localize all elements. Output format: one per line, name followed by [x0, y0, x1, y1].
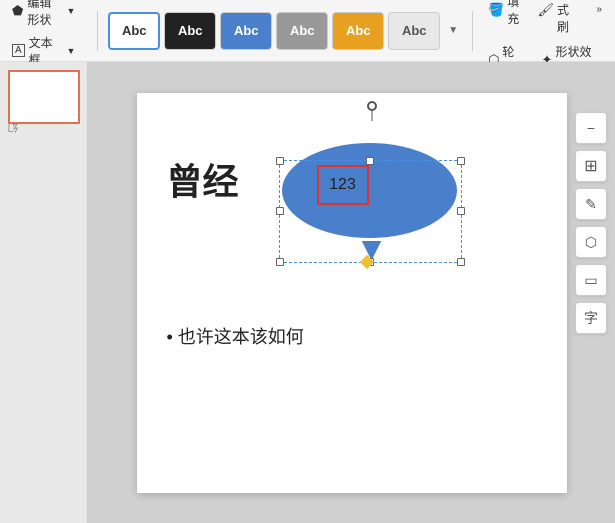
rotate-handle[interactable] [367, 101, 377, 111]
more-icon: » [596, 4, 602, 15]
handle-tl[interactable] [276, 157, 284, 165]
slide-thumbnail[interactable] [8, 70, 80, 124]
copy-icon: ▭ [584, 272, 597, 289]
brush-icon: 🖌 [537, 2, 554, 18]
slide-canvas[interactable]: 曾经 • 也许这本该如何 [137, 93, 567, 493]
format-brush-label: 格式刷 [557, 0, 580, 35]
handle-ml[interactable] [276, 207, 284, 215]
handle-mr[interactable] [457, 207, 465, 215]
toolbar-right-row1: 🪣 填充 🖌 格式刷 » [483, 0, 607, 37]
toolbar-left-group: ⬟ 编辑形状 ▼ A 文本框 ▼ [8, 0, 79, 70]
swatch-orange[interactable]: Abc [332, 12, 384, 50]
swatch-more-button[interactable]: ▼ [444, 12, 462, 50]
dropdown-arrow2-icon: ▼ [66, 46, 75, 56]
more-options-button[interactable]: » [591, 0, 607, 37]
handle-tr[interactable] [457, 157, 465, 165]
diamond-icon: ⬡ [585, 234, 597, 251]
pencil-icon: ✎ [585, 196, 597, 213]
edit-shape-label: 编辑形状 [27, 0, 62, 28]
bubble-shape[interactable]: 123 [282, 143, 462, 253]
format-brush-button[interactable]: 🖌 格式刷 [532, 0, 585, 37]
swatch-black[interactable]: Abc [164, 12, 216, 50]
float-edit-button[interactable]: ✎ [575, 188, 607, 220]
toolbar-divider1 [97, 11, 98, 51]
swatch-gray[interactable]: Abc [276, 12, 328, 50]
layers-icon: ⊞ [584, 156, 597, 176]
float-layers-button[interactable]: ⊞ [575, 150, 607, 182]
fill-label: 填充 [507, 0, 521, 27]
bubble-container[interactable]: 123 [282, 123, 462, 263]
text-icon: 字 [584, 308, 598, 328]
bullet-text: • 也许这本该如何 [167, 323, 304, 349]
float-toolbar: − ⊞ ✎ ⬡ ▭ 字 [575, 112, 607, 340]
canvas-area: 曾经 • 也许这本该如何 [88, 62, 615, 523]
edit-shape-button[interactable]: ⬟ 编辑形状 ▼ [8, 0, 79, 30]
main-area: 幻灯片 曾经 • 也许这本该如何 [0, 62, 615, 523]
shape-text: 123 [329, 176, 356, 194]
style-swatches-group: Abc Abc Abc Abc Abc Abc ▼ [108, 12, 462, 50]
fill-button[interactable]: 🪣 填充 [483, 0, 526, 37]
fill-icon: 🪣 [488, 2, 504, 18]
float-copy-button[interactable]: ▭ [575, 264, 607, 296]
swatch-white[interactable]: Abc [108, 12, 160, 50]
swatch-light[interactable]: Abc [388, 12, 440, 50]
main-text: 曾经 [167, 153, 239, 205]
dropdown-arrow-icon: ▼ [66, 6, 75, 16]
handle-br[interactable] [457, 258, 465, 266]
textbox-icon: A [12, 44, 25, 57]
handle-bl[interactable] [276, 258, 284, 266]
float-text-button[interactable]: 字 [575, 302, 607, 334]
float-minus-button[interactable]: − [575, 112, 607, 144]
shape-icon: ⬟ [12, 3, 23, 19]
bubble-ellipse [282, 143, 457, 238]
swatch-blue[interactable]: Abc [220, 12, 272, 50]
main-toolbar: ⬟ 编辑形状 ▼ A 文本框 ▼ Abc Abc Abc Abc Abc Abc [0, 0, 615, 62]
float-shape-button[interactable]: ⬡ [575, 226, 607, 258]
inner-text-box[interactable]: 123 [317, 165, 369, 205]
minus-icon: − [587, 120, 595, 136]
toolbar-divider2 [472, 11, 473, 51]
slide-panel: 幻灯片 [0, 62, 88, 523]
